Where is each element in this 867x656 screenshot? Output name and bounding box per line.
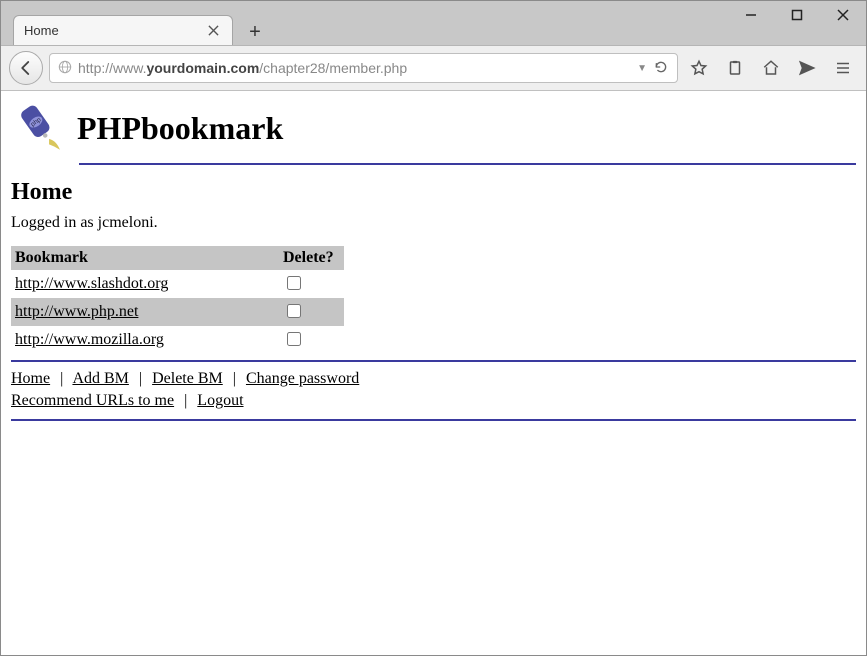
home-icon[interactable] xyxy=(756,53,786,83)
app-header: php PHPbookmark xyxy=(11,99,856,157)
tab-close-button[interactable] xyxy=(204,22,222,40)
app-logo: php xyxy=(11,99,69,157)
minimize-button[interactable] xyxy=(728,1,774,29)
col-header-delete: Delete? xyxy=(279,246,344,270)
footer-link-home[interactable]: Home xyxy=(11,370,50,387)
maximize-button[interactable] xyxy=(774,1,820,29)
divider xyxy=(11,360,856,362)
url-dropdown-icon[interactable]: ▼ xyxy=(637,63,647,74)
footer-link-recommend[interactable]: Recommend URLs to me xyxy=(11,392,174,409)
divider xyxy=(79,163,856,165)
send-plane-icon[interactable] xyxy=(792,53,822,83)
bookmark-link[interactable]: http://www.mozilla.org xyxy=(15,331,164,348)
separator: | xyxy=(133,370,148,387)
table-row: http://www.mozilla.org xyxy=(11,326,344,354)
bookmark-star-icon[interactable] xyxy=(684,53,714,83)
globe-icon xyxy=(58,60,72,77)
tab-strip: Home + xyxy=(13,11,269,45)
page-viewport: php PHPbookmark Home Logged in as jcmelo… xyxy=(1,91,866,655)
bookmark-link[interactable]: http://www.php.net xyxy=(15,303,138,320)
browser-toolbar: http://www.yourdomain.com/chapter28/memb… xyxy=(1,45,866,91)
url-bar[interactable]: http://www.yourdomain.com/chapter28/memb… xyxy=(49,53,678,83)
bookmark-link[interactable]: http://www.slashdot.org xyxy=(15,275,168,292)
footer-link-add-bm[interactable]: Add BM xyxy=(72,370,128,387)
app-title: PHPbookmark xyxy=(77,110,283,147)
login-status: Logged in as jcmeloni. xyxy=(11,214,856,232)
bookmark-table: Bookmark Delete? http://www.slashdot.org… xyxy=(11,246,344,354)
close-window-button[interactable] xyxy=(820,1,866,29)
table-row: http://www.slashdot.org xyxy=(11,270,344,298)
url-domain: yourdomain.com xyxy=(146,60,259,76)
col-header-bookmark: Bookmark xyxy=(11,246,279,270)
table-row: http://www.php.net xyxy=(11,298,344,326)
back-button[interactable] xyxy=(9,51,43,85)
delete-checkbox[interactable] xyxy=(287,276,301,290)
separator: | xyxy=(178,392,193,409)
menu-icon[interactable] xyxy=(828,53,858,83)
footer-nav: Home | Add BM | Delete BM | Change passw… xyxy=(11,368,856,413)
tab-title: Home xyxy=(24,23,204,38)
footer-link-logout[interactable]: Logout xyxy=(197,392,243,409)
separator: | xyxy=(227,370,242,387)
footer-link-delete-bm[interactable]: Delete BM xyxy=(152,370,223,387)
delete-checkbox[interactable] xyxy=(287,332,301,346)
browser-tab[interactable]: Home xyxy=(13,15,233,45)
divider xyxy=(11,419,856,421)
new-tab-button[interactable]: + xyxy=(241,19,269,45)
footer-link-change-password[interactable]: Change password xyxy=(246,370,359,387)
url-text: http://www.yourdomain.com/chapter28/memb… xyxy=(78,60,631,76)
url-prefix: http://www. xyxy=(78,60,146,76)
delete-checkbox[interactable] xyxy=(287,304,301,318)
window-controls xyxy=(728,1,866,29)
url-path: /chapter28/member.php xyxy=(259,60,407,76)
reload-button[interactable] xyxy=(653,59,669,78)
clipboard-icon[interactable] xyxy=(720,53,750,83)
separator: | xyxy=(54,370,69,387)
page-heading: Home xyxy=(11,179,856,206)
browser-window: Home + http://www.yourdomain.com/chapter… xyxy=(0,0,867,656)
